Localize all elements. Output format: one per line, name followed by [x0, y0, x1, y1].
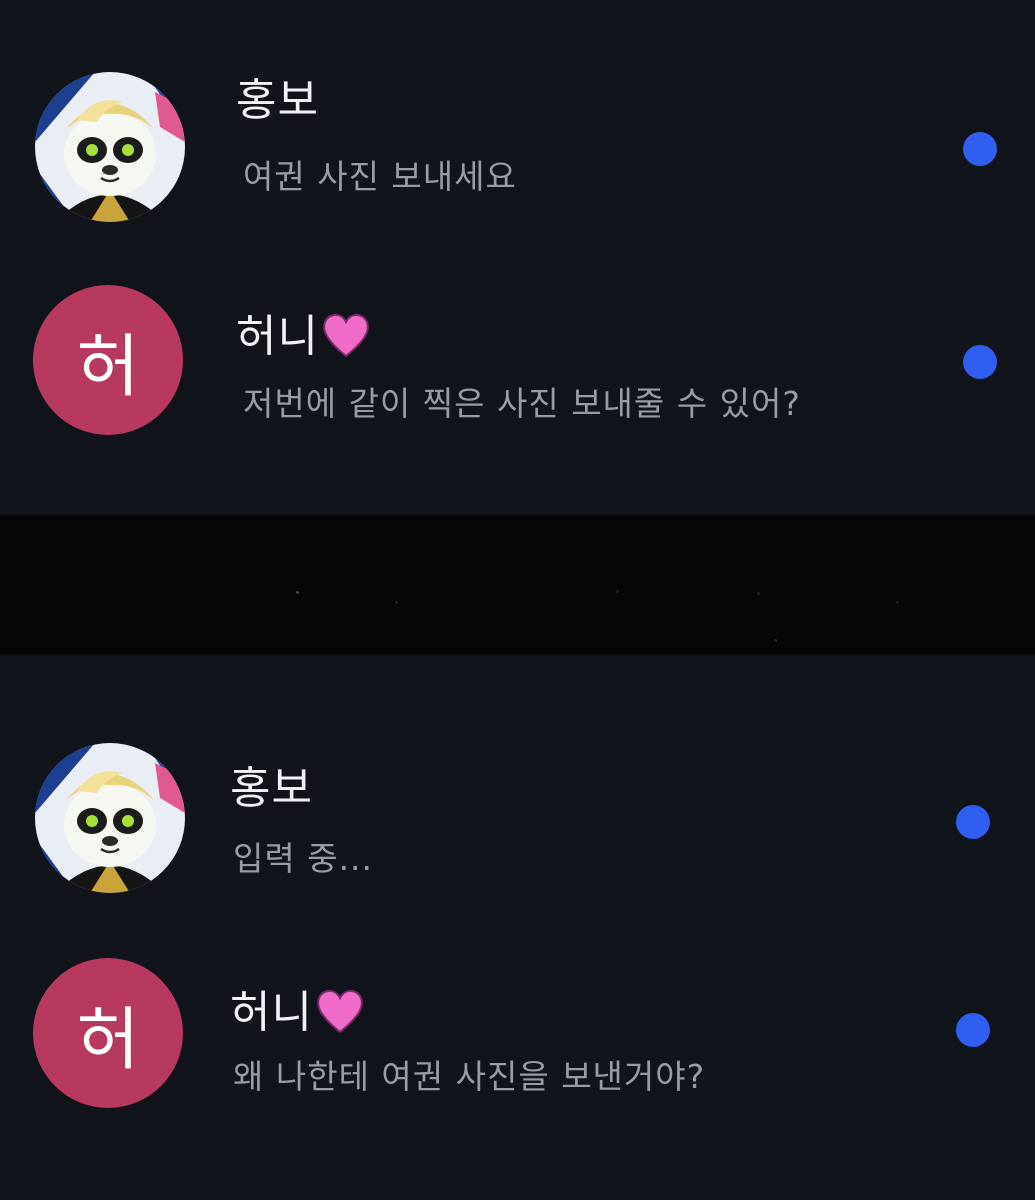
conversation-list-bottom: 홍보 입력 중... 허 허니 왜 나한테 여권 사진을 보낸거야?	[0, 655, 1035, 1200]
conversation-row-hongbo[interactable]: 홍보 여권 사진 보내세요	[0, 55, 1035, 235]
letter-avatar: 허	[33, 958, 183, 1108]
message-preview: 입력 중...	[233, 839, 374, 878]
contact-name: 허니	[236, 311, 319, 362]
contact-name-wrapper: 허니	[236, 312, 371, 366]
contact-name: 홍보	[236, 75, 319, 126]
pink-heart-icon	[321, 312, 371, 366]
conversation-row-hongbo[interactable]: 홍보 입력 중...	[0, 735, 1035, 915]
message-preview: 여권 사진 보내세요	[243, 157, 517, 196]
conversation-list-top: 홍보 여권 사진 보내세요 허 허니 저번에 같이 찍은 사진 보내줄 수 있어…	[0, 0, 1035, 515]
letter-avatar: 허	[33, 285, 183, 435]
panda-avatar-icon	[35, 743, 185, 893]
conversation-row-honey[interactable]: 허 허니 왜 나한테 여권 사진을 보낸거야?	[0, 950, 1035, 1130]
unread-indicator	[956, 1013, 990, 1047]
contact-name: 홍보	[230, 763, 313, 814]
pink-heart-icon	[315, 988, 365, 1042]
unread-indicator	[963, 345, 997, 379]
panda-avatar-icon	[35, 72, 185, 222]
unread-indicator	[963, 132, 997, 166]
conversation-row-honey[interactable]: 허 허니 저번에 같이 찍은 사진 보내줄 수 있어?	[0, 270, 1035, 450]
contact-name: 허니	[230, 987, 313, 1038]
unread-indicator	[956, 805, 990, 839]
message-preview: 왜 나한테 여권 사진을 보낸거야?	[233, 1057, 706, 1096]
message-preview: 저번에 같이 찍은 사진 보내줄 수 있어?	[243, 384, 801, 423]
divider-strip	[0, 515, 1035, 655]
contact-name-wrapper: 허니	[230, 988, 365, 1042]
